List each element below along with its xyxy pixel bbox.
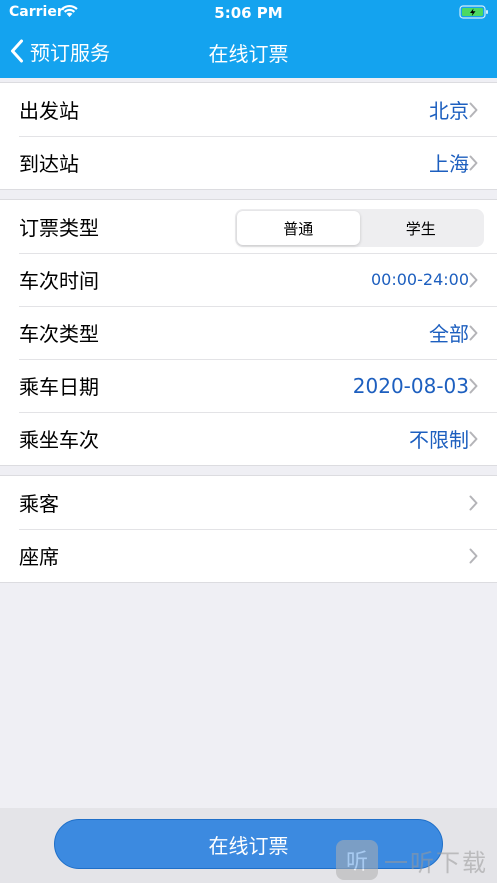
row-label: 座席 bbox=[19, 545, 59, 569]
row-value: 北京 bbox=[429, 99, 469, 123]
arrival-station-row[interactable]: 到达站 上海 bbox=[0, 136, 497, 189]
row-label: 乘坐车次 bbox=[19, 428, 99, 452]
chevron-right-icon bbox=[469, 272, 478, 287]
row-value: 2020-08-03 bbox=[352, 373, 469, 398]
chevron-right-icon bbox=[469, 378, 478, 393]
options-group: 订票类型 普通 学生 车次时间 00:00-24:00 车次类型 全部 乘车日期… bbox=[0, 199, 497, 466]
chevron-right-icon bbox=[469, 155, 478, 170]
header: Carrier 5:06 PM 预订服务 在线订票 bbox=[0, 0, 497, 78]
battery-charging-icon bbox=[459, 5, 488, 19]
chevron-right-icon bbox=[469, 495, 478, 510]
passenger-group: 乘客 座席 bbox=[0, 475, 497, 583]
train-number-row[interactable]: 乘坐车次 不限制 bbox=[0, 412, 497, 465]
clock: 5:06 PM bbox=[214, 4, 283, 22]
train-type-row[interactable]: 车次类型 全部 bbox=[0, 306, 497, 359]
row-label: 车次时间 bbox=[19, 269, 99, 293]
travel-date-row[interactable]: 乘车日期 2020-08-03 bbox=[0, 359, 497, 412]
row-label: 出发站 bbox=[19, 99, 79, 123]
segment-regular[interactable]: 普通 bbox=[237, 211, 360, 245]
chevron-right-icon bbox=[469, 102, 478, 117]
chevron-right-icon bbox=[469, 548, 478, 563]
station-group: 出发站 北京 到达站 上海 bbox=[0, 82, 497, 190]
ticket-type-segmented-control: 普通 学生 bbox=[235, 209, 484, 247]
row-value: 上海 bbox=[429, 152, 469, 176]
seat-row[interactable]: 座席 bbox=[0, 529, 497, 582]
row-label: 到达站 bbox=[19, 152, 79, 176]
nav-bar: 预订服务 在线订票 bbox=[0, 26, 497, 78]
ticket-type-row: 订票类型 普通 学生 bbox=[0, 200, 497, 253]
row-label: 乘客 bbox=[19, 492, 59, 516]
segment-student[interactable]: 学生 bbox=[360, 211, 483, 245]
train-time-row[interactable]: 车次时间 00:00-24:00 bbox=[0, 253, 497, 306]
departure-station-row[interactable]: 出发站 北京 bbox=[0, 83, 497, 136]
chevron-right-icon bbox=[469, 431, 478, 446]
row-label: 乘车日期 bbox=[19, 375, 99, 399]
row-value: 不限制 bbox=[409, 428, 469, 452]
row-label: 车次类型 bbox=[19, 322, 99, 346]
watermark-logo: 听 bbox=[336, 840, 378, 880]
passenger-row[interactable]: 乘客 bbox=[0, 476, 497, 529]
chevron-right-icon bbox=[469, 325, 478, 340]
row-value: 00:00-24:00 bbox=[371, 270, 469, 289]
watermark-text: 一听下载 bbox=[384, 848, 488, 877]
page-title: 在线订票 bbox=[208, 42, 289, 66]
row-value: 全部 bbox=[429, 322, 469, 346]
watermark: 听 一听下载 bbox=[336, 840, 488, 880]
status-bar: Carrier 5:06 PM bbox=[0, 0, 497, 26]
